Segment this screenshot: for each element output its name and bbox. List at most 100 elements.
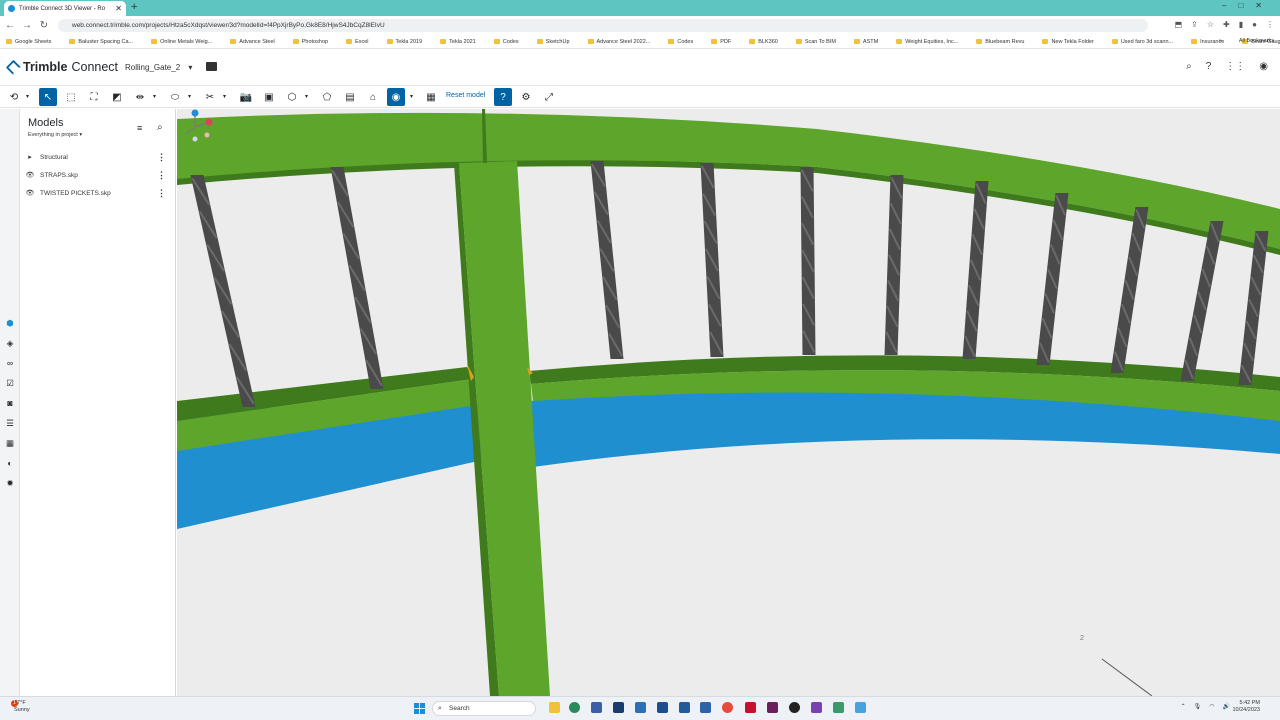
shape-caret-icon[interactable]: ▾: [188, 93, 191, 100]
bookmark-item[interactable]: Google Sheets: [6, 39, 51, 45]
fullscreen-icon[interactable]: ⤢: [540, 88, 558, 106]
measure-icon[interactable]: ⇹: [131, 88, 149, 106]
lock-icon[interactable]: ⌂: [364, 88, 382, 106]
new-tab-button[interactable]: +: [131, 1, 137, 13]
app-icon-8[interactable]: [811, 702, 822, 713]
section-cut-icon[interactable]: ✂: [201, 88, 219, 106]
measure-caret-icon[interactable]: ▾: [153, 93, 156, 100]
all-bookmarks[interactable]: All Bookmarks: [1239, 38, 1274, 44]
url-field[interactable]: web.connect.trimble.com/projects/Htza5cX…: [58, 19, 1148, 32]
bookmark-item[interactable]: PDF: [711, 39, 731, 45]
search-icon[interactable]: ⌕: [157, 122, 163, 133]
edge-icon[interactable]: [569, 702, 580, 713]
bookmark-item[interactable]: Tekla 2019: [386, 39, 422, 45]
apps-grid-icon[interactable]: ⋮⋮: [1225, 61, 1245, 72]
back-icon[interactable]: ←: [3, 20, 17, 31]
models-cube-icon[interactable]: ⬢: [5, 318, 15, 328]
bookmark-item[interactable]: Baluster Spacing Ca...: [69, 39, 133, 45]
weather-widget[interactable]: 1 77°F Sunny: [11, 700, 30, 714]
install-icon[interactable]: ⬒: [1175, 20, 1183, 29]
bookmark-item[interactable]: BLK360: [749, 39, 778, 45]
tab-close-icon[interactable]: ✕: [115, 4, 122, 13]
calculator-icon[interactable]: ▦: [422, 88, 440, 106]
app-icon-9[interactable]: [833, 702, 844, 713]
revit-icon[interactable]: [767, 702, 778, 713]
bookmark-item[interactable]: Advance Steel 2022...: [587, 39, 650, 45]
bookmark-item[interactable]: SketchUp: [536, 39, 570, 45]
expand-caret-icon[interactable]: ▸: [20, 153, 40, 161]
app-icon-6[interactable]: [700, 702, 711, 713]
more-options-icon[interactable]: ⋮: [157, 152, 166, 163]
table-icon[interactable]: ▦: [5, 438, 15, 448]
model-row-structural[interactable]: ▸ Structural ⋮: [20, 148, 176, 166]
folder-icon[interactable]: [206, 62, 217, 71]
link-icon[interactable]: ∞: [5, 358, 15, 368]
bookmark-item[interactable]: Scan To BIM: [795, 39, 836, 45]
bookmark-item[interactable]: Weight Equities, Inc...: [896, 39, 958, 45]
sort-icon[interactable]: ≡: [137, 123, 142, 133]
help-tool-icon[interactable]: ?: [494, 88, 512, 106]
visibility-caret-icon[interactable]: ▾: [410, 93, 413, 100]
layers-icon[interactable]: ◈: [5, 338, 15, 348]
views-camera-icon[interactable]: ◙: [5, 398, 15, 408]
window-controls[interactable]: –□✕: [1222, 1, 1274, 10]
browser-tab[interactable]: Trimble Connect 3D Viewer - Ro ✕: [4, 1, 126, 16]
extensions-gear-icon[interactable]: ✹: [5, 478, 15, 488]
clash-icon[interactable]: ◐: [5, 458, 15, 468]
mic-icon[interactable]: 🎙: [1194, 703, 1202, 710]
ghost-icon[interactable]: ▤: [341, 88, 359, 106]
visibility-eye-icon[interactable]: ◉: [387, 88, 405, 106]
autocad-icon[interactable]: [745, 702, 756, 713]
cube-caret-icon[interactable]: ▾: [305, 93, 308, 100]
bookmarks-overflow-icon[interactable]: »: [1219, 38, 1222, 44]
bookmark-item[interactable]: Online Metals Weig...: [151, 39, 212, 45]
file-explorer-icon[interactable]: [549, 702, 560, 713]
organizer-list-icon[interactable]: ☰: [5, 418, 15, 428]
cube-view-icon[interactable]: ⬡: [283, 88, 301, 106]
reset-model-button[interactable]: Reset model: [446, 92, 485, 99]
eye-icon[interactable]: 👁: [20, 171, 40, 179]
bookmark-item[interactable]: Excel: [346, 39, 369, 45]
settings-gear-icon[interactable]: ⚙: [517, 88, 535, 106]
model-row-twisted-pickets[interactable]: 👁 TWISTED PICKETS.skp ⋮: [20, 184, 176, 202]
share-icon[interactable]: ⇪: [1191, 20, 1198, 29]
bookmark-item[interactable]: Codes: [668, 39, 693, 45]
orbit-icon[interactable]: ⟲: [5, 88, 23, 106]
menu-icon[interactable]: ⋮: [1266, 20, 1274, 29]
system-tray[interactable]: ⌃ 🎙 ◠ 🔊: [1181, 703, 1230, 710]
notepad-icon[interactable]: [855, 702, 866, 713]
profile-icon[interactable]: ●: [1252, 20, 1257, 29]
extensions-icon[interactable]: ✚: [1223, 20, 1230, 29]
bookmark-item[interactable]: Photoshop: [292, 39, 328, 45]
app-icon-4[interactable]: [657, 702, 668, 713]
volume-icon[interactable]: 🔊: [1223, 703, 1230, 710]
bookmark-item[interactable]: ASTM: [853, 39, 878, 45]
section-caret-icon[interactable]: ▾: [223, 93, 226, 100]
chevron-up-icon[interactable]: ⌃: [1181, 703, 1186, 710]
clock[interactable]: 5:42 PM 10/24/2023: [1232, 700, 1260, 714]
project-selector[interactable]: Rolling_Gate_2 ▾: [125, 63, 192, 72]
bookmark-item[interactable]: Bluebeam Revu: [976, 39, 1024, 45]
user-avatar[interactable]: ◉: [1259, 61, 1268, 72]
todo-check-icon[interactable]: ☑: [5, 378, 15, 388]
more-options-icon[interactable]: ⋮: [157, 188, 166, 199]
wifi-icon[interactable]: ◠: [1209, 703, 1214, 710]
sidepanel-icon[interactable]: ▮: [1239, 20, 1243, 29]
eye-icon[interactable]: 👁: [20, 189, 40, 197]
reload-icon[interactable]: ↻: [37, 20, 51, 31]
chrome-icon[interactable]: [722, 702, 733, 713]
app-icon-1[interactable]: [591, 702, 602, 713]
snapshot-icon[interactable]: ▣: [260, 88, 278, 106]
area-select-icon[interactable]: ⬚: [62, 88, 80, 106]
bookmark-item[interactable]: Codes: [493, 39, 519, 45]
windows-start-icon[interactable]: [414, 703, 425, 714]
orbit-menu-caret-icon[interactable]: ▾: [26, 93, 29, 100]
camera-icon[interactable]: 📷: [237, 88, 255, 106]
shape-icon[interactable]: ⬭: [166, 88, 184, 106]
bookmark-item[interactable]: Used faro 3d scann...: [1111, 39, 1173, 45]
search-icon[interactable]: ⌕: [1186, 61, 1192, 72]
app-icon-5[interactable]: [679, 702, 690, 713]
bookmark-item[interactable]: Advance Steel: [230, 39, 275, 45]
navigation-axis-icon[interactable]: [177, 109, 213, 145]
taskbar-search[interactable]: ⌕ Search: [432, 701, 536, 716]
